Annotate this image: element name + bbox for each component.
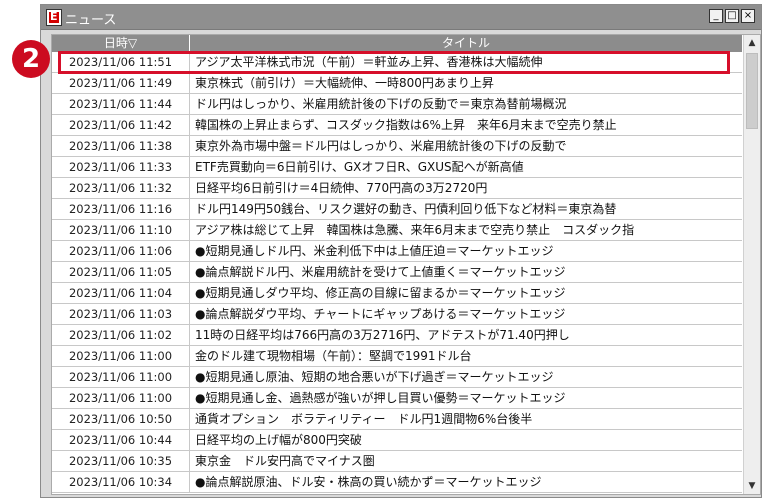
table-row[interactable]: 2023/11/06 11:33 ETF売買動向＝6日前引け、GXオフ日R、GXU…	[52, 157, 742, 178]
app-logo-icon	[46, 9, 62, 26]
table-row[interactable]: 2023/11/06 10:35 東京金 ドル安円高でマイナス圏	[52, 451, 742, 472]
row-headline: ●論点解説原油、ドル安・株高の買い続かず＝マーケットエッジ	[195, 475, 542, 489]
table-row[interactable]: 2023/11/06 11:00 ●短期見通し金、過熱感が強いが押し目買い優勢＝マ…	[52, 388, 742, 409]
row-headline: 日経平均の上げ幅が800円突破	[195, 433, 362, 447]
window-title: ニュース	[65, 13, 117, 28]
table-row[interactable]: 2023/11/06 11:02 11時の日経平均は766円高の3万2716円、ア…	[52, 325, 742, 346]
scroll-down-icon[interactable]: ▼	[744, 478, 760, 494]
table-row[interactable]: 2023/11/06 11:06 ●短期見通しドル円、米金利低下中は上値圧迫＝マー…	[52, 241, 742, 262]
table-row[interactable]: 2023/11/06 11:49 東京株式（前引け）＝大幅続伸、一時800円あまり…	[52, 73, 742, 94]
maximize-button[interactable]: □	[725, 9, 739, 23]
row-datetime: 2023/11/06 11:00	[52, 346, 190, 366]
row-headline: ドル円149円50銭台、リスク選好の動き、円債利回り低下など材料＝東京為替	[195, 202, 617, 216]
row-datetime: 2023/11/06 11:49	[52, 73, 190, 93]
table-row[interactable]: 2023/11/06 11:00 ●短期見通し原油、短期の地合悪いが下げ過ぎ＝マー…	[52, 367, 742, 388]
row-datetime: 2023/11/06 11:04	[52, 283, 190, 303]
step-callout-badge: 2	[12, 40, 50, 78]
table-row[interactable]: 2023/11/06 11:32 日経平均6日前引け＝4日続伸、770円高の3万2…	[52, 178, 742, 199]
table-row[interactable]: 2023/11/06 11:00 金のドル建て現物相場（午前）：堅調で1991ドル…	[52, 346, 742, 367]
row-datetime: 2023/11/06 11:38	[52, 136, 190, 156]
row-datetime: 2023/11/06 10:44	[52, 430, 190, 450]
row-headline: アジア株は総じて上昇 韓国株は急騰、来年6月末まで空売り禁止 コスダック指	[195, 223, 635, 237]
row-datetime: 2023/11/06 10:34	[52, 472, 190, 492]
news-list-panel: 日時▽ タイトル 2023/11/06 11:51 アジア太平洋株式市況（午前）＝…	[51, 34, 761, 495]
row-datetime: 2023/11/06 10:50	[52, 409, 190, 429]
scroll-thumb[interactable]	[746, 53, 758, 129]
row-datetime: 2023/11/06 11:02	[52, 325, 190, 345]
vertical-scrollbar[interactable]: ▲ ▼	[743, 35, 760, 494]
row-datetime: 2023/11/06 11:06	[52, 241, 190, 261]
row-headline: ●論点解説ダウ平均、チャートにギャップあける＝マーケットエッジ	[195, 307, 566, 321]
table-row[interactable]: 2023/11/06 10:44 日経平均の上げ幅が800円突破	[52, 430, 742, 451]
row-headline: 日経平均6日前引け＝4日続伸、770円高の3万2720円	[195, 181, 488, 195]
column-header-title[interactable]: タイトル	[190, 35, 742, 52]
row-headline: 金のドル建て現物相場（午前）：堅調で1991ドル台	[195, 349, 472, 363]
close-button[interactable]: ×	[741, 9, 755, 23]
news-window: ニュース _ □ × 日時▽ タイトル 2023/11/06 11:51アジア太…	[40, 4, 762, 498]
row-headline: ETF売買動向＝6日前引け、GXオフ日R、GXUS配へが新高値	[195, 160, 524, 174]
row-headline: 東京金 ドル安円高でマイナス圏	[195, 454, 375, 468]
news-rows: 2023/11/06 11:51 アジア太平洋株式市況（午前）＝軒並み上昇、香港株…	[52, 52, 742, 493]
table-row[interactable]: 2023/11/06 11:03 ●論点解説ダウ平均、チャートにギャップあける＝マ…	[52, 304, 742, 325]
row-headline: 11時の日経平均は766円高の3万2716円、アドテストが71.40円押し	[195, 328, 570, 342]
row-datetime: 2023/11/06 11:03	[52, 304, 190, 324]
row-headline: ●短期見通し原油、短期の地合悪いが下げ過ぎ＝マーケットエッジ	[195, 370, 554, 384]
column-header-date[interactable]: 日時▽	[52, 35, 190, 52]
table-row[interactable]: 2023/11/06 11:05 ●論点解説ドル円、米雇用統計を受けて上値重く＝マ…	[52, 262, 742, 283]
row-datetime: 2023/11/06 10:35	[52, 451, 190, 471]
row-datetime: 2023/11/06 11:42	[52, 115, 190, 135]
row-headline: 通貨オプション ボラティリティー ドル円1週間物6%台後半	[195, 412, 533, 426]
row-headline: 東京株式（前引け）＝大幅続伸、一時800円あまり上昇	[195, 76, 494, 90]
table-row[interactable]: 2023/11/06 10:34 ●論点解説原油、ドル安・株高の買い続かず＝マーケ…	[52, 472, 742, 493]
row-datetime: 2023/11/06 11:10	[52, 220, 190, 240]
row-datetime: 2023/11/06 11:00	[52, 388, 190, 408]
table-row[interactable]: 2023/11/06 11:10 アジア株は総じて上昇 韓国株は急騰、来年6月末ま…	[52, 220, 742, 241]
minimize-button[interactable]: _	[709, 9, 723, 23]
row-datetime: 2023/11/06 11:16	[52, 199, 190, 219]
row-headline: ●短期見通し金、過熱感が強いが押し目買い優勢＝マーケットエッジ	[195, 391, 566, 405]
selected-row-highlight	[58, 51, 730, 74]
row-headline: 韓国株の上昇止まらず、コスダック指数は6%上昇 来年6月末まで空売り禁止	[195, 118, 617, 132]
row-headline: ドル円はしっかり、米雇用統計後の下げの反動で＝東京為替前場概況	[195, 97, 567, 111]
table-header: 日時▽ タイトル	[52, 35, 742, 52]
table-row[interactable]: 2023/11/06 11:38 東京外為市場中盤＝ドル円はしっかり、米雇用統計後…	[52, 136, 742, 157]
table-row[interactable]: 2023/11/06 11:16 ドル円149円50銭台、リスク選好の動き、円債利…	[52, 199, 742, 220]
row-headline: 東京外為市場中盤＝ドル円はしっかり、米雇用統計後の下げの反動で	[195, 139, 567, 153]
row-headline: ●論点解説ドル円、米雇用統計を受けて上値重く＝マーケットエッジ	[195, 265, 566, 279]
row-datetime: 2023/11/06 11:05	[52, 262, 190, 282]
table-row[interactable]: 2023/11/06 10:50 通貨オプション ボラティリティー ドル円1週間物…	[52, 409, 742, 430]
table-row[interactable]: 2023/11/06 11:44 ドル円はしっかり、米雇用統計後の下げの反動で＝東…	[52, 94, 742, 115]
row-datetime: 2023/11/06 11:33	[52, 157, 190, 177]
row-headline: ●短期見通しダウ平均、修正高の目線に留まるか＝マーケットエッジ	[195, 286, 566, 300]
title-bar[interactable]: ニュース _ □ ×	[41, 5, 761, 30]
row-headline: ●短期見通しドル円、米金利低下中は上値圧迫＝マーケットエッジ	[195, 244, 554, 258]
table-row[interactable]: 2023/11/06 11:04 ●短期見通しダウ平均、修正高の目線に留まるか＝マ…	[52, 283, 742, 304]
table-row[interactable]: 2023/11/06 11:42 韓国株の上昇止まらず、コスダック指数は6%上昇 …	[52, 115, 742, 136]
row-datetime: 2023/11/06 11:00	[52, 367, 190, 387]
row-datetime: 2023/11/06 11:32	[52, 178, 190, 198]
scroll-up-icon[interactable]: ▲	[744, 35, 760, 51]
row-datetime: 2023/11/06 11:44	[52, 94, 190, 114]
